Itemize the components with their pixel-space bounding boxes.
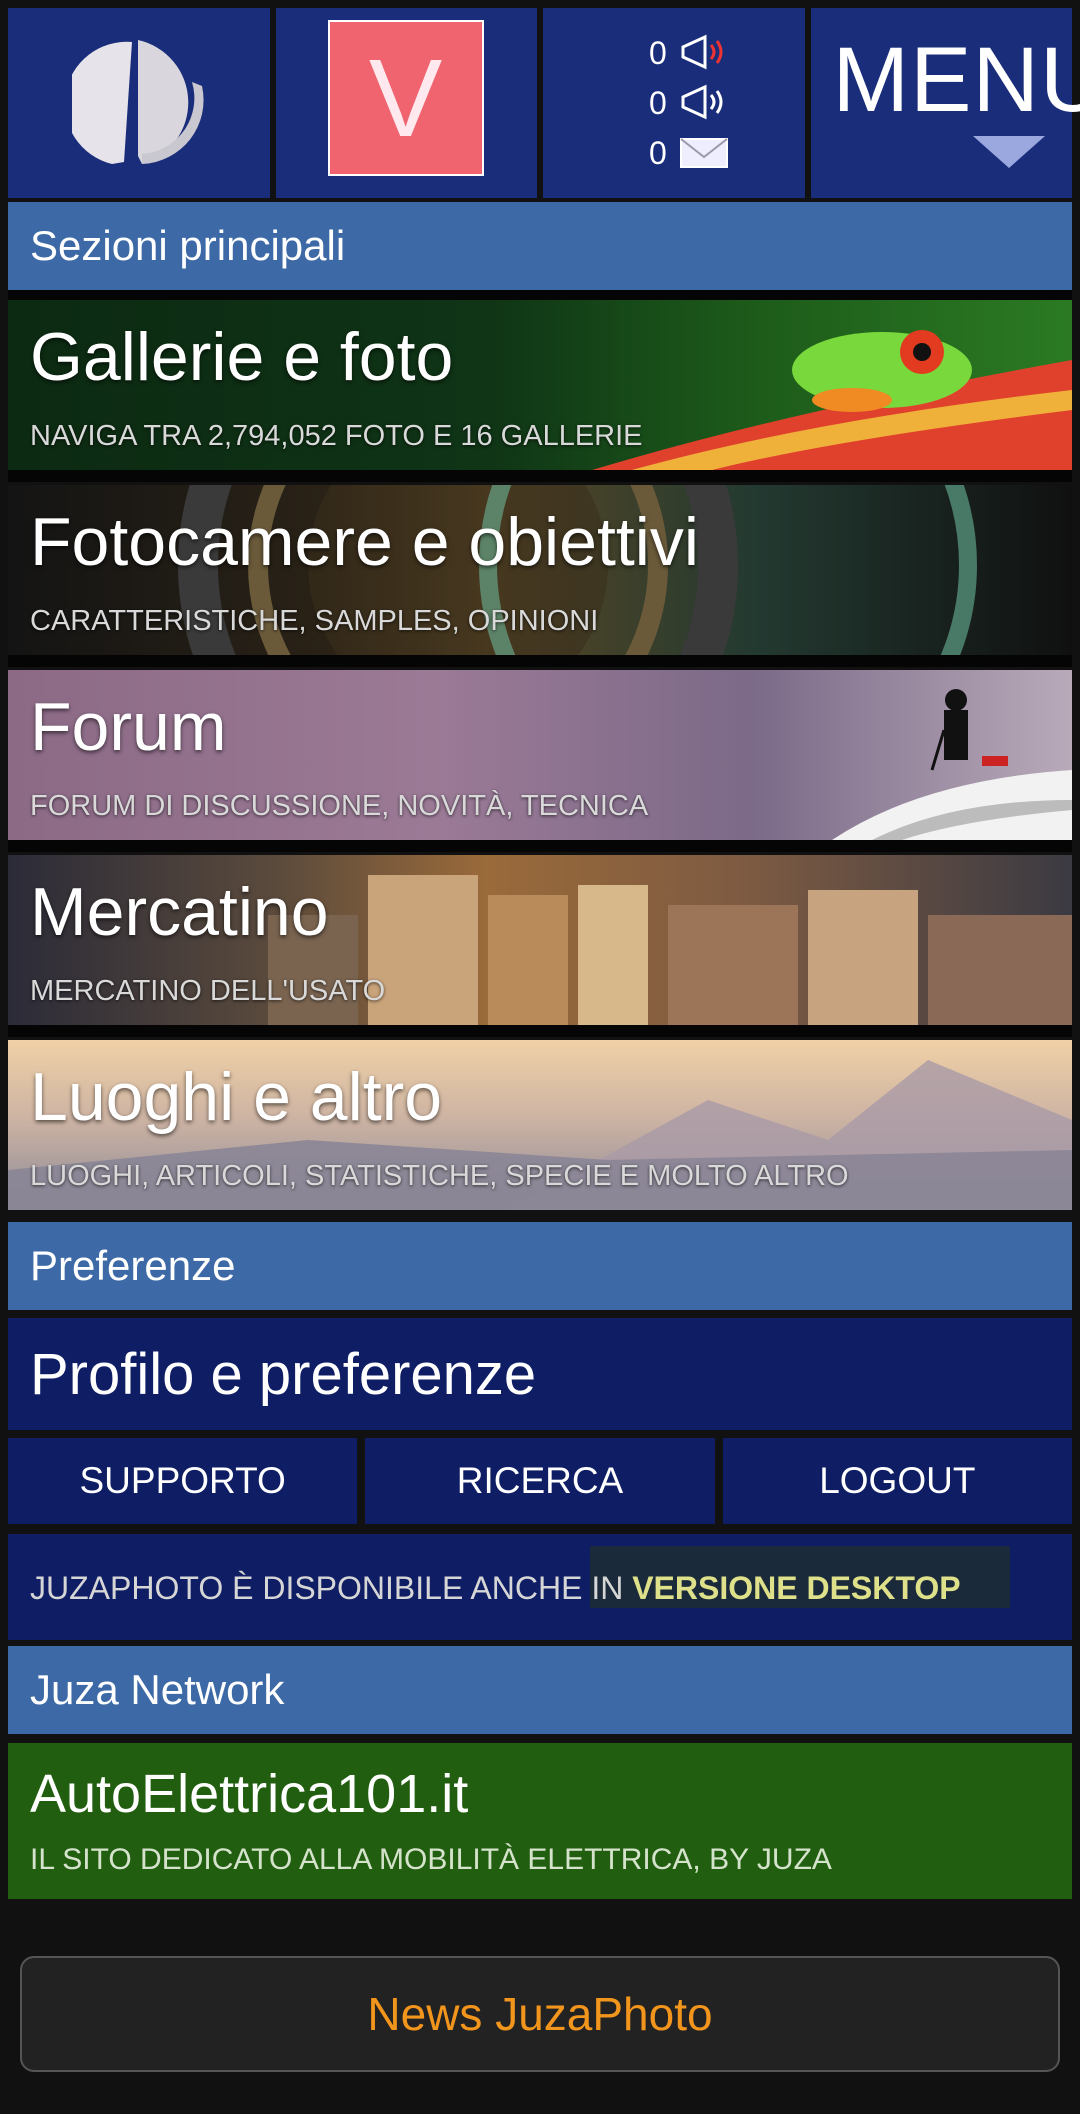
frog-photo-icon [592, 330, 1072, 470]
divider [8, 655, 1072, 667]
tile-forum[interactable]: Forum FORUM DI DISCUSSIONE, NOVITÀ, TECN… [8, 670, 1072, 840]
page: V 0 0 0 MENU Sezioni principali Gallerie… [0, 0, 1080, 2114]
tile-subtitle: FORUM DI DISCUSSIONE, NOVITÀ, TECNICA [30, 790, 649, 822]
tile-title: Gallerie e foto [30, 319, 454, 395]
section-title: Preferenze [30, 1242, 236, 1289]
search-button[interactable]: RICERCA [365, 1438, 715, 1524]
tile-subtitle: MERCATINO DELL'USATO [30, 975, 386, 1007]
home-logo-cell[interactable] [8, 8, 270, 198]
network-site-subtitle: IL SITO DEDICATO ALLA MOBILITÀ ELETTRICA… [30, 1843, 832, 1876]
desktop-version-banner: JUZAPHOTO È DISPONIBILE ANCHE IN VERSION… [8, 1534, 1072, 1640]
section-header-network: Juza Network [8, 1646, 1072, 1734]
divider [8, 840, 1072, 852]
menu-cell[interactable]: MENU [810, 8, 1080, 198]
desktop-version-link[interactable]: VERSIONE DESKTOP [632, 1570, 960, 1606]
tile-mercatino[interactable]: Mercatino MERCATINO DELL'USATO [8, 855, 1072, 1025]
notification-row[interactable]: 0 [649, 128, 769, 178]
tile-title: Forum [30, 689, 227, 765]
chevron-down-icon [972, 136, 1045, 168]
photographer-photo-icon [832, 689, 1072, 840]
desktop-text: JUZAPHOTO È DISPONIBILE ANCHE IN [30, 1570, 633, 1606]
section-header-main: Sezioni principali [8, 202, 1072, 290]
tile-title: Luoghi e altro [30, 1059, 443, 1135]
notification-count: 0 [649, 134, 667, 171]
juzaphoto-logo-icon[interactable] [72, 36, 212, 170]
megaphone-icon[interactable] [679, 82, 731, 124]
news-button[interactable]: News JuzaPhoto [20, 1956, 1060, 2072]
tile-gallerie[interactable]: Gallerie e foto NAVIGA TRA 2,794,052 FOT… [8, 300, 1072, 470]
divider [8, 470, 1072, 482]
notification-row[interactable]: 0 [649, 28, 769, 78]
menu-button[interactable]: MENU [833, 34, 1080, 126]
notification-count: 0 [649, 84, 667, 121]
notifications-cell[interactable]: 0 0 0 [543, 8, 805, 198]
logout-button[interactable]: LOGOUT [722, 1438, 1072, 1524]
support-button[interactable]: SUPPORTO [8, 1438, 358, 1524]
tile-fotocamere[interactable]: Fotocamere e obiettivi CARATTERISTICHE, … [8, 485, 1072, 655]
section-header-prefs: Preferenze [8, 1222, 1072, 1310]
tile-title: Fotocamere e obiettivi [30, 504, 699, 580]
section-title: Sezioni principali [30, 222, 346, 269]
megaphone-red-icon[interactable] [679, 32, 731, 74]
tile-luoghi[interactable]: Luoghi e altro LUOGHI, ARTICOLI, STATIST… [8, 1040, 1072, 1210]
network-site-title: AutoElettrica101.it [30, 1764, 469, 1824]
user-avatar[interactable]: V [327, 20, 484, 176]
divider [8, 1025, 1072, 1037]
tile-title: Mercatino [30, 874, 329, 950]
tile-subtitle: CARATTERISTICHE, SAMPLES, OPINIONI [30, 605, 599, 637]
envelope-icon[interactable] [679, 132, 731, 174]
user-avatar-cell[interactable]: V [275, 8, 537, 198]
section-title: Juza Network [30, 1666, 285, 1713]
tile-subtitle: LUOGHI, ARTICOLI, STATISTICHE, SPECIE E … [30, 1160, 849, 1192]
profile-label: Profilo e preferenze [30, 1341, 537, 1407]
top-header: V 0 0 0 MENU [8, 8, 1080, 198]
action-buttons: SUPPORTO RICERCA LOGOUT [8, 1438, 1072, 1524]
network-site-autoelettrica[interactable]: AutoElettrica101.it IL SITO DEDICATO ALL… [8, 1743, 1072, 1899]
notification-row[interactable]: 0 [649, 78, 769, 128]
notification-count: 0 [649, 34, 667, 71]
profile-preferences-link[interactable]: Profilo e preferenze [8, 1318, 1072, 1430]
tile-subtitle: NAVIGA TRA 2,794,052 FOTO E 16 GALLERIE [30, 420, 643, 452]
